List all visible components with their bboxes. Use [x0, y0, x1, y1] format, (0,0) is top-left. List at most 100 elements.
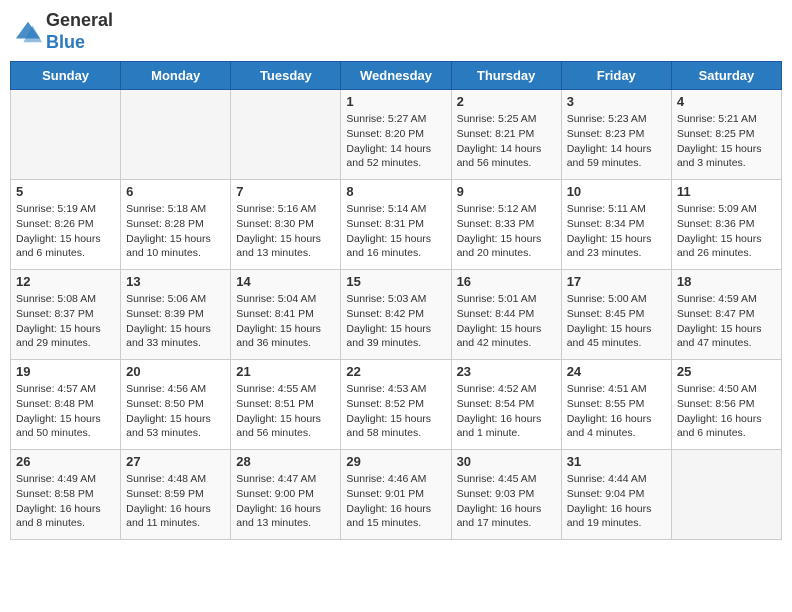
day-info: Sunset: 8:20 PM: [346, 127, 445, 142]
day-number: 17: [567, 274, 666, 289]
day-number: 9: [457, 184, 556, 199]
day-number: 11: [677, 184, 776, 199]
day-info: Sunrise: 5:27 AM: [346, 112, 445, 127]
calendar-cell: 5Sunrise: 5:19 AMSunset: 8:26 PMDaylight…: [11, 180, 121, 270]
day-info: Sunset: 8:39 PM: [126, 307, 225, 322]
day-info: Sunrise: 5:11 AM: [567, 202, 666, 217]
day-info: Sunrise: 4:44 AM: [567, 472, 666, 487]
day-info: Sunrise: 4:46 AM: [346, 472, 445, 487]
calendar-cell: 19Sunrise: 4:57 AMSunset: 8:48 PMDayligh…: [11, 360, 121, 450]
day-info: Sunset: 8:30 PM: [236, 217, 335, 232]
day-number: 26: [16, 454, 115, 469]
calendar-cell: 29Sunrise: 4:46 AMSunset: 9:01 PMDayligh…: [341, 450, 451, 540]
calendar-cell: 25Sunrise: 4:50 AMSunset: 8:56 PMDayligh…: [671, 360, 781, 450]
calendar-table: SundayMondayTuesdayWednesdayThursdayFrid…: [10, 61, 782, 540]
day-info: Daylight: 14 hours and 59 minutes.: [567, 142, 666, 171]
day-number: 7: [236, 184, 335, 199]
day-info: Sunset: 8:44 PM: [457, 307, 556, 322]
calendar-cell: 4Sunrise: 5:21 AMSunset: 8:25 PMDaylight…: [671, 90, 781, 180]
calendar-cell: 7Sunrise: 5:16 AMSunset: 8:30 PMDaylight…: [231, 180, 341, 270]
day-info: Sunset: 8:58 PM: [16, 487, 115, 502]
day-info: Daylight: 16 hours and 13 minutes.: [236, 502, 335, 531]
day-number: 22: [346, 364, 445, 379]
day-info: Daylight: 15 hours and 53 minutes.: [126, 412, 225, 441]
day-number: 12: [16, 274, 115, 289]
day-info: Daylight: 15 hours and 33 minutes.: [126, 322, 225, 351]
day-info: Sunset: 8:54 PM: [457, 397, 556, 412]
day-info: Daylight: 15 hours and 39 minutes.: [346, 322, 445, 351]
calendar-cell: 10Sunrise: 5:11 AMSunset: 8:34 PMDayligh…: [561, 180, 671, 270]
day-info: Sunrise: 4:53 AM: [346, 382, 445, 397]
day-number: 20: [126, 364, 225, 379]
logo-icon: [14, 18, 42, 46]
day-info: Sunrise: 4:52 AM: [457, 382, 556, 397]
page-header: General Blue: [10, 10, 782, 53]
day-number: 8: [346, 184, 445, 199]
calendar-cell: 23Sunrise: 4:52 AMSunset: 8:54 PMDayligh…: [451, 360, 561, 450]
day-info: Sunset: 8:25 PM: [677, 127, 776, 142]
day-info: Daylight: 15 hours and 58 minutes.: [346, 412, 445, 441]
calendar-cell: 17Sunrise: 5:00 AMSunset: 8:45 PMDayligh…: [561, 270, 671, 360]
day-number: 4: [677, 94, 776, 109]
day-info: Daylight: 15 hours and 45 minutes.: [567, 322, 666, 351]
day-info: Sunset: 9:01 PM: [346, 487, 445, 502]
calendar-cell: 24Sunrise: 4:51 AMSunset: 8:55 PMDayligh…: [561, 360, 671, 450]
day-info: Sunrise: 5:08 AM: [16, 292, 115, 307]
day-number: 3: [567, 94, 666, 109]
day-info: Sunset: 8:34 PM: [567, 217, 666, 232]
day-info: Sunrise: 5:16 AM: [236, 202, 335, 217]
calendar-cell: 9Sunrise: 5:12 AMSunset: 8:33 PMDaylight…: [451, 180, 561, 270]
day-number: 31: [567, 454, 666, 469]
day-info: Daylight: 16 hours and 15 minutes.: [346, 502, 445, 531]
day-of-week-tuesday: Tuesday: [231, 62, 341, 90]
calendar-cell: 15Sunrise: 5:03 AMSunset: 8:42 PMDayligh…: [341, 270, 451, 360]
day-info: Daylight: 16 hours and 11 minutes.: [126, 502, 225, 531]
calendar-cell: 12 Sunrise: 5:08 AMSunset: 8:37 PMDayligh…: [11, 270, 121, 360]
calendar-cell: 11Sunrise: 5:09 AMSunset: 8:36 PMDayligh…: [671, 180, 781, 270]
day-info: Daylight: 15 hours and 29 minutes.: [16, 322, 115, 351]
calendar-cell: 21Sunrise: 4:55 AMSunset: 8:51 PMDayligh…: [231, 360, 341, 450]
day-info: Sunrise: 4:48 AM: [126, 472, 225, 487]
day-info: Daylight: 15 hours and 23 minutes.: [567, 232, 666, 261]
calendar-cell: 22 Sunrise: 4:53 AMSunset: 8:52 PMDayligh…: [341, 360, 451, 450]
day-info: Sunrise: 5:25 AM: [457, 112, 556, 127]
day-info: Sunrise: 4:55 AM: [236, 382, 335, 397]
calendar-cell: 8Sunrise: 5:14 AMSunset: 8:31 PMDaylight…: [341, 180, 451, 270]
day-info: Sunset: 8:41 PM: [236, 307, 335, 322]
day-info: Daylight: 16 hours and 19 minutes.: [567, 502, 666, 531]
day-info: Daylight: 15 hours and 16 minutes.: [346, 232, 445, 261]
day-info: Sunrise: 4:47 AM: [236, 472, 335, 487]
day-info: Daylight: 15 hours and 6 minutes.: [16, 232, 115, 261]
logo-line2: Blue: [46, 32, 113, 54]
day-info: Daylight: 15 hours and 42 minutes.: [457, 322, 556, 351]
day-number: 6: [126, 184, 225, 199]
day-info: Sunset: 8:50 PM: [126, 397, 225, 412]
day-of-week-wednesday: Wednesday: [341, 62, 451, 90]
day-info: Daylight: 16 hours and 17 minutes.: [457, 502, 556, 531]
day-info: Sunset: 8:56 PM: [677, 397, 776, 412]
day-number: 25: [677, 364, 776, 379]
day-info: Sunset: 8:47 PM: [677, 307, 776, 322]
day-info: Sunset: 9:03 PM: [457, 487, 556, 502]
day-info: Daylight: 16 hours and 6 minutes.: [677, 412, 776, 441]
day-info: Sunset: 8:52 PM: [346, 397, 445, 412]
day-info: Sunrise: 4:45 AM: [457, 472, 556, 487]
day-info: Sunrise: 4:59 AM: [677, 292, 776, 307]
day-info: Sunrise: 5:03 AM: [346, 292, 445, 307]
day-info: Sunset: 8:28 PM: [126, 217, 225, 232]
day-info: Sunset: 8:55 PM: [567, 397, 666, 412]
day-info: Daylight: 16 hours and 8 minutes.: [16, 502, 115, 531]
calendar-cell: 26Sunrise: 4:49 AMSunset: 8:58 PMDayligh…: [11, 450, 121, 540]
day-number: 1: [346, 94, 445, 109]
day-info: Daylight: 15 hours and 50 minutes.: [16, 412, 115, 441]
calendar-cell: [231, 90, 341, 180]
day-number: 16: [457, 274, 556, 289]
day-info: Sunrise: 5:18 AM: [126, 202, 225, 217]
day-info: Sunset: 9:04 PM: [567, 487, 666, 502]
day-info: Sunset: 8:31 PM: [346, 217, 445, 232]
day-info: Sunset: 8:33 PM: [457, 217, 556, 232]
day-number: 23: [457, 364, 556, 379]
day-info: Sunset: 8:37 PM: [16, 307, 115, 322]
day-number: 21: [236, 364, 335, 379]
calendar-cell: [671, 450, 781, 540]
